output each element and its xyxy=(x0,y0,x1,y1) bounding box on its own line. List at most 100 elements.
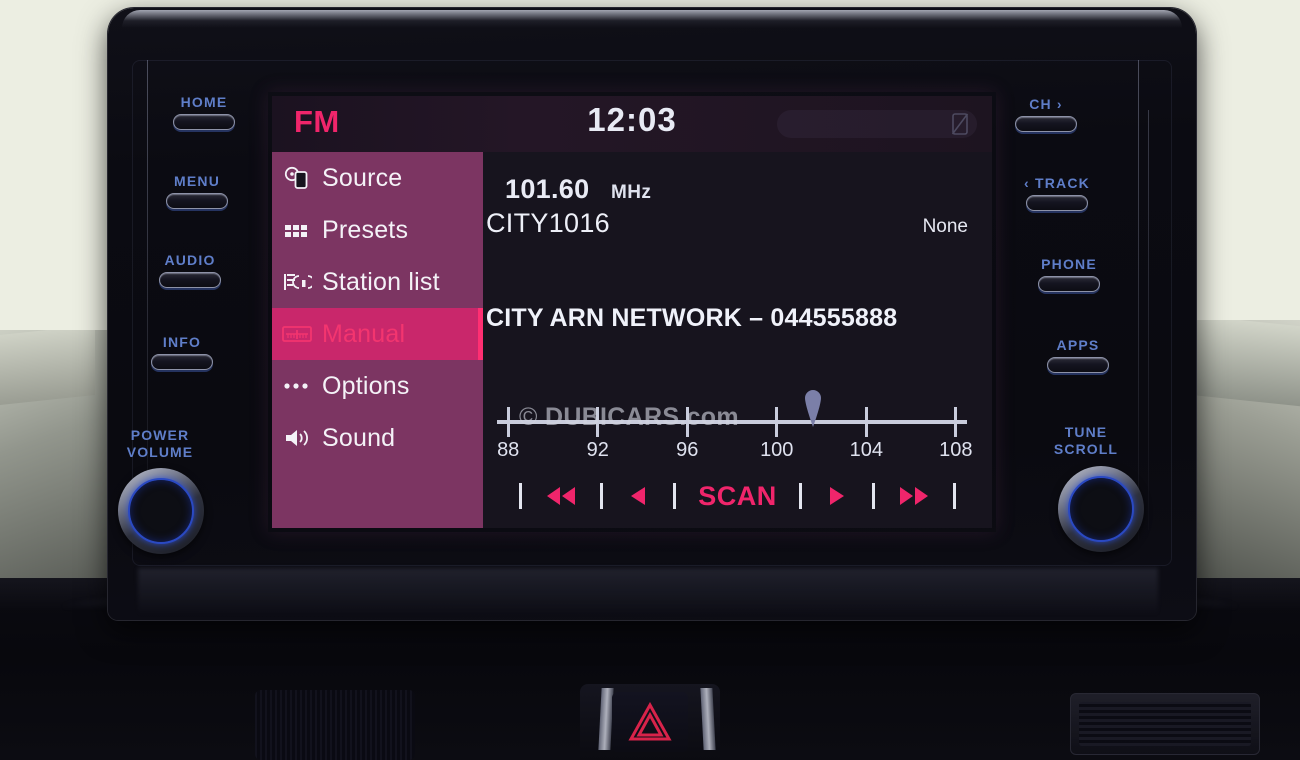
tuning-tick xyxy=(954,407,958,437)
control-separator xyxy=(952,483,956,509)
hard-button-home[interactable]: HOME xyxy=(170,94,238,130)
dashboard-vent-left xyxy=(255,690,415,760)
phone-muted-icon xyxy=(951,113,969,135)
bezel-top-highlight xyxy=(122,10,1182,28)
sidebar-item-manual[interactable]: Manual xyxy=(272,308,483,360)
hard-button-info-label: INFO xyxy=(162,334,202,350)
radio-text-label: CITY ARN NETWORK – 044555888 xyxy=(486,304,898,332)
tuning-tick-label: 108 xyxy=(939,439,973,461)
hard-button-apps[interactable]: APPS xyxy=(1044,337,1112,373)
hard-button-track-label: ‹ TRACK xyxy=(1024,175,1090,191)
preset-status-label: None xyxy=(922,216,968,237)
fast-forward-button[interactable] xyxy=(897,484,931,508)
hard-button-home-key[interactable] xyxy=(173,114,235,130)
tuning-tick-label: 96 xyxy=(676,439,699,461)
dashboard-vent-right xyxy=(1070,693,1260,755)
hard-button-ch[interactable]: CH › xyxy=(1012,96,1080,132)
hard-button-audio-label: AUDIO xyxy=(164,252,216,268)
antenna-list-icon xyxy=(282,269,312,295)
sidebar-item-source-label: Source xyxy=(322,163,403,192)
tuning-tick xyxy=(506,407,510,437)
tuning-tick xyxy=(864,407,868,437)
hard-button-phone[interactable]: PHONE xyxy=(1035,256,1103,292)
hard-button-menu[interactable]: MENU xyxy=(163,173,231,209)
infotainment-display[interactable]: FM 12:03 Source Presets Station list Man… xyxy=(272,96,992,528)
background-top-left xyxy=(0,0,120,330)
tune-scroll-knob[interactable] xyxy=(1058,466,1144,552)
tuning-tick xyxy=(775,407,779,437)
control-separator xyxy=(871,483,875,509)
hard-button-phone-key[interactable] xyxy=(1038,276,1100,292)
tuning-ruler-icon xyxy=(282,321,312,347)
power-volume-knob-label: POWER VOLUME xyxy=(105,427,215,461)
grid-dots-icon xyxy=(282,217,312,243)
hard-button-ch-label: CH › xyxy=(1029,96,1063,112)
sidebar-item-presets[interactable]: Presets xyxy=(272,204,483,256)
tuning-pointer-icon xyxy=(804,390,821,427)
watermark: © DUBICARS.com xyxy=(519,403,739,432)
car-dashboard-scene: HOME MENU AUDIO INFO POWER VOLUME CH › ‹… xyxy=(0,0,1300,760)
radio-main-pane: 101.60 MHz CITY1016 None CITY ARN NETWOR… xyxy=(483,152,992,528)
hard-button-phone-label: PHONE xyxy=(1041,256,1097,272)
rewind-button[interactable] xyxy=(544,484,578,508)
status-bar: FM 12:03 xyxy=(272,96,992,152)
watermark-copyright: © xyxy=(519,403,538,431)
watermark-text: DUBICARS.com xyxy=(544,403,739,431)
ellipsis-icon xyxy=(282,373,312,399)
power-volume-knob[interactable] xyxy=(118,468,204,554)
sidebar-item-source[interactable]: Source xyxy=(272,152,483,204)
function-menu-sidebar[interactable]: Source Presets Station list Manual Optio… xyxy=(272,152,483,528)
hazard-triangle-icon xyxy=(628,702,672,741)
hard-button-info[interactable]: INFO xyxy=(148,334,216,370)
control-separator xyxy=(798,483,802,509)
next-button[interactable] xyxy=(824,484,850,508)
hard-button-apps-key[interactable] xyxy=(1047,357,1109,373)
bezel-seam-right-2 xyxy=(1148,110,1149,530)
tuning-scale[interactable]: 88 92 96 100 104 108 © DUBICARS.com xyxy=(483,367,992,461)
sidebar-item-presets-label: Presets xyxy=(322,215,409,244)
power-volume-knob-label-line2: VOLUME xyxy=(126,443,194,460)
hard-button-track[interactable]: ‹ TRACK xyxy=(1023,175,1091,211)
bezel-seam-left xyxy=(147,60,148,540)
sidebar-item-station-list-label: Station list xyxy=(322,267,440,296)
clock: 12:03 xyxy=(587,101,677,138)
tuning-tick-label: 104 xyxy=(849,439,883,461)
hard-button-ch-key[interactable] xyxy=(1015,116,1077,132)
control-separator xyxy=(519,483,523,509)
tune-scroll-knob-label: TUNE SCROLL xyxy=(1031,424,1141,458)
tune-scroll-knob-label-line1: TUNE xyxy=(1064,424,1108,440)
disc-device-icon xyxy=(282,165,312,191)
frequency-value: 101.60 xyxy=(505,174,590,204)
hard-button-menu-label: MENU xyxy=(173,173,221,189)
interior-left-panel xyxy=(0,325,95,405)
hard-button-home-label: HOME xyxy=(180,94,228,110)
tune-scroll-knob-label-line2: SCROLL xyxy=(1053,440,1119,457)
scan-button[interactable]: SCAN xyxy=(698,481,777,512)
hard-button-apps-label: APPS xyxy=(1056,337,1100,353)
hard-button-audio-key[interactable] xyxy=(159,272,221,288)
previous-button[interactable] xyxy=(625,484,651,508)
control-separator xyxy=(673,483,677,509)
playback-control-bar[interactable]: SCAN xyxy=(483,464,992,528)
hard-button-audio[interactable]: AUDIO xyxy=(156,252,224,288)
sidebar-item-manual-label: Manual xyxy=(322,319,406,348)
tuning-tick-label: 100 xyxy=(760,439,794,461)
sidebar-item-sound-label: Sound xyxy=(322,423,396,452)
sidebar-item-station-list[interactable]: Station list xyxy=(272,256,483,308)
station-id-label: CITY1016 xyxy=(486,208,610,238)
tuning-tick-label: 92 xyxy=(586,439,609,461)
power-volume-knob-label-line1: POWER xyxy=(130,427,190,443)
frequency-unit: MHz xyxy=(611,182,652,203)
hard-button-menu-key[interactable] xyxy=(166,193,228,209)
hard-button-info-key[interactable] xyxy=(151,354,213,370)
speaker-icon xyxy=(282,425,312,451)
sidebar-item-options[interactable]: Options xyxy=(272,360,483,412)
hard-button-track-key[interactable] xyxy=(1026,195,1088,211)
tuning-tick-label: 88 xyxy=(497,439,520,461)
sidebar-item-sound[interactable]: Sound xyxy=(272,412,483,464)
bezel-bottom-sheen xyxy=(138,568,1158,616)
control-separator xyxy=(600,483,604,509)
bezel-seam-right xyxy=(1138,60,1139,540)
interior-right-panel xyxy=(1180,313,1300,407)
hazard-lights-button[interactable] xyxy=(612,692,688,752)
